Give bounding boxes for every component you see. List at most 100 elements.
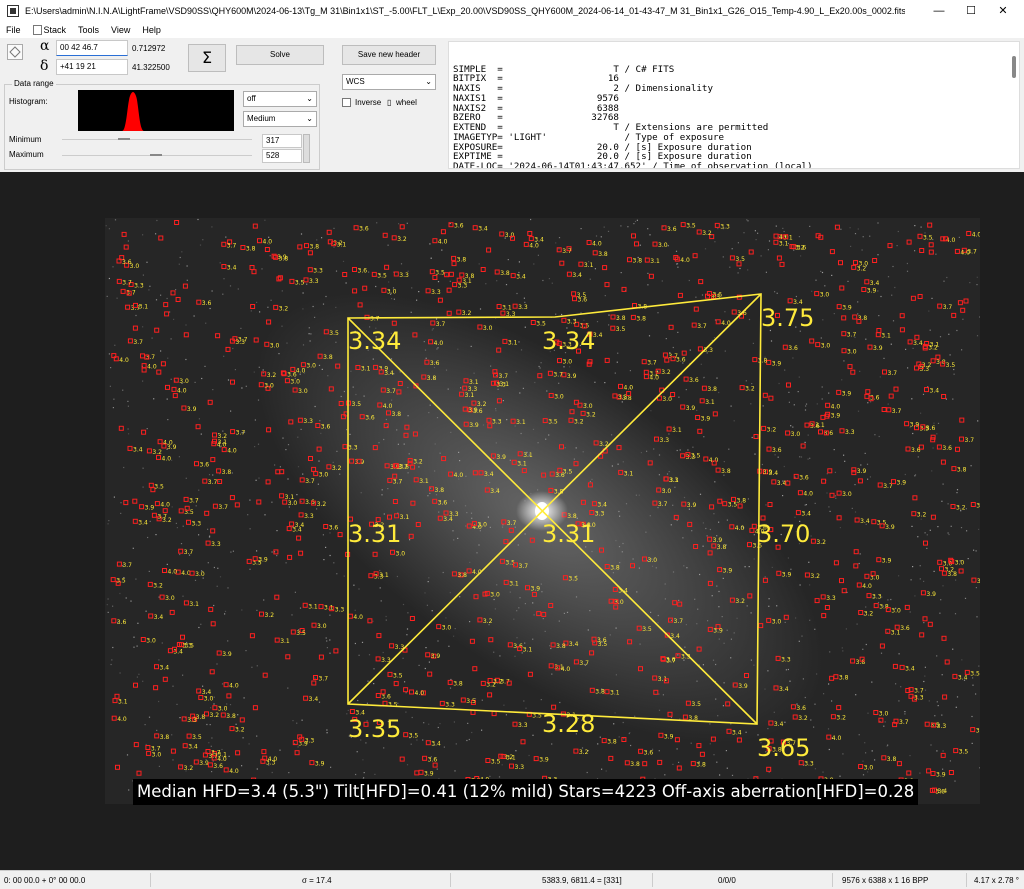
star-hfd-label: 3.3: [335, 607, 345, 614]
star-hfd-label: 3.7: [305, 478, 315, 485]
quality-select[interactable]: Medium ⌄: [243, 111, 317, 127]
menu-file[interactable]: File: [6, 25, 21, 35]
star-hfd-label: 3.9: [842, 305, 852, 312]
range-spinner[interactable]: [303, 134, 310, 163]
star-hfd-label: 3.1: [118, 699, 128, 706]
star-hfd-label: 3.0: [847, 349, 857, 356]
star-hfd-label: 3.6: [200, 462, 210, 469]
wcs-select[interactable]: WCS ⌄: [342, 74, 436, 90]
star-hfd-label: 3.1: [361, 366, 371, 373]
inverse-checkbox[interactable]: [342, 98, 351, 107]
maximize-button[interactable]: ☐: [956, 0, 986, 22]
coordinate-icon[interactable]: [7, 44, 23, 60]
star-hfd-label: 4.0: [680, 257, 690, 264]
star-hfd-label: 3.9: [167, 444, 177, 451]
star-hfd-label: 3.8: [279, 255, 289, 262]
star-hfd-label: 3.0: [583, 403, 593, 410]
star-hfd-label: 3.9: [701, 416, 711, 423]
star-hfd-label: 3.2: [210, 712, 220, 719]
close-button[interactable]: ✕: [988, 0, 1018, 22]
tilt-label-top-middle: 3.34: [542, 327, 595, 355]
minimum-slider[interactable]: [62, 139, 252, 140]
star-hfd-label: 3.7: [386, 388, 396, 395]
star-hfd-label: 3.1: [337, 242, 347, 249]
star-hfd-label: 3.4: [516, 274, 526, 281]
mouse-icon: ▯: [387, 98, 392, 107]
sigma-button[interactable]: Σ: [188, 44, 226, 72]
minimum-input[interactable]: 317: [262, 134, 302, 148]
image-viewer[interactable]: 3.23.53.63.03.33.53.43.53.23.83.33.63.43…: [0, 172, 1024, 870]
star-hfd-label: 3.8: [457, 572, 467, 579]
star-hfd-label: 3.1: [672, 427, 682, 434]
star-hfd-label: 3.5: [970, 670, 980, 677]
star-hfd-label: 3.9: [187, 406, 197, 413]
star-hfd-label: 3.7: [977, 578, 980, 585]
chevron-down-icon: ⌄: [306, 94, 313, 103]
star-hfd-label: 3.1: [218, 439, 228, 446]
star-hfd-label: 3.6: [935, 788, 945, 795]
star-hfd-label: 3.4: [188, 744, 198, 751]
star-hfd-label: 3.4: [292, 527, 302, 534]
fits-header-view[interactable]: SIMPLE = T / C# FITS BITPIX = 16 NAXIS = 2…: [448, 41, 1020, 169]
stretch-select[interactable]: off ⌄: [243, 91, 317, 107]
star-hfd-label: 4.0: [624, 384, 634, 391]
star-hfd-label: 3.2: [493, 679, 503, 686]
minimize-button[interactable]: —: [924, 0, 954, 22]
menu-view[interactable]: View: [111, 25, 130, 35]
star-hfd-label: 3.5: [296, 630, 306, 637]
maximum-input[interactable]: 528: [262, 149, 302, 163]
status-sigma: σ = 17.4: [302, 876, 332, 885]
menu-stack[interactable]: Stack: [32, 25, 66, 35]
star-hfd-label: 3.2: [574, 418, 584, 425]
star-hfd-label: 3.6: [202, 300, 212, 307]
star-hfd-label: 3.8: [222, 469, 232, 476]
star-hfd-label: 3.2: [153, 582, 163, 589]
star-hfd-label: 3.5: [377, 272, 387, 279]
star-hfd-label: 3.8: [696, 762, 706, 769]
star-hfd-label: 3.6: [926, 425, 936, 432]
star-hfd-label: 3.9: [873, 345, 883, 352]
star-hfd-label: 3.9: [469, 422, 479, 429]
menu-tools[interactable]: Tools: [78, 25, 99, 35]
star-hfd-label: 3.6: [359, 226, 369, 233]
tilt-label-bottom-left: 3.35: [348, 715, 401, 743]
star-hfd-label: 3.0: [772, 618, 782, 625]
star-hfd-label: 3.8: [427, 375, 437, 382]
star-hfd-label: 3.7: [888, 370, 898, 377]
solve-button[interactable]: Solve: [236, 45, 324, 65]
data-range-label: Data range: [12, 79, 56, 88]
star-hfd-label: 3.0: [288, 500, 298, 507]
star-hfd-label: 3.9: [468, 407, 478, 414]
star-hfd-label: 3.3: [660, 437, 670, 444]
star-hfd-label: 4.0: [960, 249, 970, 256]
star-hfd-label: 4.0: [119, 357, 129, 364]
ra-input[interactable]: 00 42 46.7: [56, 40, 128, 56]
save-header-button[interactable]: Save new header: [342, 45, 436, 65]
star-hfd-label: 4.0: [454, 472, 464, 479]
star-hfd-label: 3.8: [737, 497, 747, 504]
star-hfd-label: 3.7: [208, 479, 218, 486]
minimum-slider-thumb[interactable]: [118, 138, 130, 140]
star-field-image[interactable]: 3.23.53.63.03.33.53.43.53.23.83.33.63.43…: [105, 218, 980, 804]
star-hfd-label: 3.1: [189, 601, 199, 608]
maximum-slider-thumb[interactable]: [150, 154, 162, 156]
fits-header-line: DATE-LOC= '2024-06-14T01:43:47.652' / Ti…: [453, 161, 813, 169]
star-hfd-label: 3.0: [891, 608, 901, 615]
dec-input[interactable]: +41 19 21: [56, 59, 128, 75]
header-scrollbar[interactable]: [1012, 56, 1016, 78]
menu-help[interactable]: Help: [142, 25, 161, 35]
minimum-label: Minimum: [9, 135, 42, 144]
star-hfd-label: 3.0: [179, 378, 189, 385]
star-hfd-label: 3.4: [779, 686, 789, 693]
star-hfd-label: 3.9: [496, 454, 506, 461]
star-hfd-label: 3.8: [636, 315, 646, 322]
star-hfd-label: 3.5: [116, 578, 126, 585]
star-hfd-label: 3.7: [899, 719, 909, 726]
star-hfd-label: 3.8: [630, 761, 640, 768]
star-hfd-label: 3.3: [266, 759, 276, 766]
star-hfd-label: 3.8: [887, 756, 897, 763]
star-hfd-label: 3.3: [304, 513, 314, 520]
star-hfd-label: 3.6: [712, 292, 722, 299]
star-hfd-label: 3.8: [556, 643, 566, 650]
star-hfd-label: 3.6: [428, 756, 438, 763]
